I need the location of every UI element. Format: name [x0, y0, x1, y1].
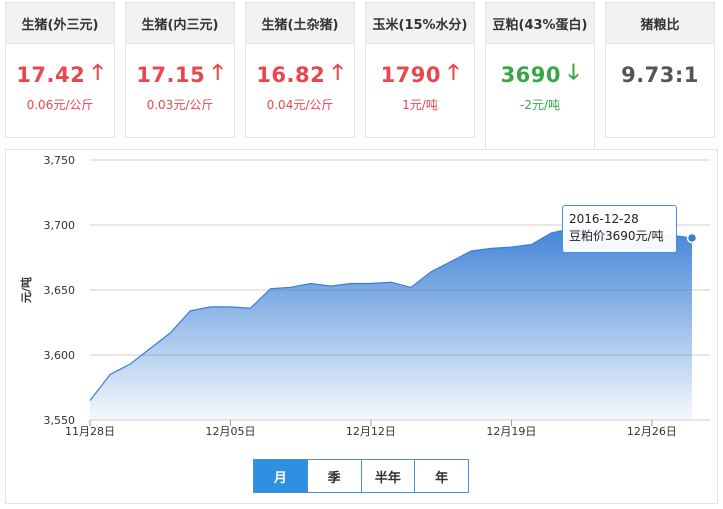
range-tabs: 月 季 半年 年 [253, 459, 469, 493]
tooltip: 2016-12-28 豆粕价3690元/吨 [562, 205, 677, 253]
tooltip-date: 2016-12-28 [569, 212, 639, 226]
series-area [90, 228, 692, 420]
x-tick-label: 12月12日 [346, 425, 396, 438]
y-tick-label: 3,600 [44, 349, 76, 362]
tab-year[interactable]: 年 [414, 460, 468, 492]
series-soybean-meal [89, 228, 698, 420]
tab-half-year[interactable]: 半年 [360, 460, 415, 492]
data-point-latest [686, 232, 698, 244]
x-tick-label: 12月26日 [627, 425, 677, 438]
y-axis-ticks: 3,5503,6003,6503,7003,750 [44, 154, 76, 427]
x-tick-label: 12月19日 [486, 425, 536, 438]
x-tick-label: 12月05日 [205, 425, 255, 438]
tab-month[interactable]: 月 [254, 460, 307, 492]
y-tick-label: 3,650 [44, 284, 76, 297]
price-chart: 3,5503,6003,6503,7003,750 11月28日 12月05日 12… [19, 154, 710, 438]
x-axis-ticks: 11月28日 12月05日 12月12日 12月19日 12月26日 [65, 420, 677, 438]
y-tick-label: 3,700 [44, 219, 76, 232]
tooltip-text: 豆粕价3690元/吨 [569, 229, 664, 243]
y-axis-label: 元/吨 [19, 277, 33, 303]
x-tick-label: 11月28日 [65, 425, 115, 438]
y-tick-label: 3,750 [44, 154, 76, 167]
tab-quarter[interactable]: 季 [306, 460, 361, 492]
